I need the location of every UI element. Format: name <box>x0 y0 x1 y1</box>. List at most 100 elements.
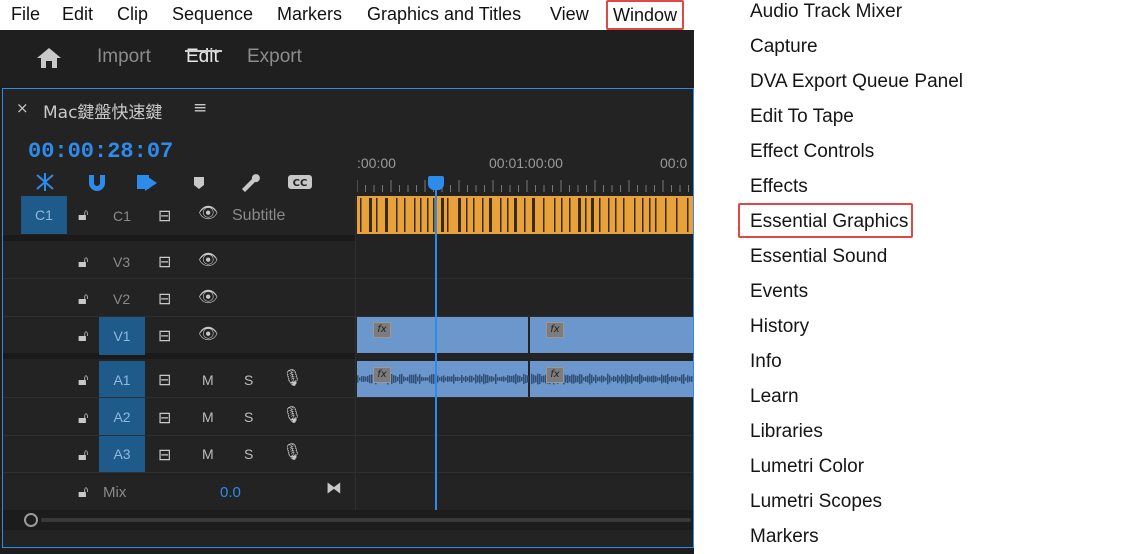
scroll-handle-icon[interactable] <box>24 513 38 527</box>
sequence-tab-name[interactable]: Mac鍵盤快速鍵 <box>43 98 162 123</box>
menu-item-history[interactable]: History <box>750 316 809 338</box>
wrench-settings-icon[interactable] <box>238 171 262 193</box>
track-target-a2[interactable]: A2 <box>99 398 145 436</box>
waveform-bar <box>565 375 567 383</box>
microphone-icon[interactable]: 🎙︎ <box>282 368 302 387</box>
solo-button[interactable]: S <box>244 372 253 388</box>
playhead-handle[interactable] <box>427 176 444 190</box>
waveform-bar <box>509 375 511 383</box>
eye-icon[interactable]: 👁︎ <box>198 324 218 343</box>
menu-item-effects[interactable]: Effects <box>750 176 808 198</box>
eye-icon[interactable]: 👁︎ <box>198 250 218 269</box>
waveform-bar <box>421 376 423 382</box>
menu-item-events[interactable]: Events <box>750 281 808 303</box>
time-ruler[interactable] <box>357 176 693 194</box>
menu-item-learn[interactable]: Learn <box>750 386 799 408</box>
add-marker-icon[interactable] <box>191 175 207 191</box>
solo-button[interactable]: S <box>244 409 253 425</box>
snap-magnet-icon[interactable] <box>86 171 108 193</box>
subtitle-clips[interactable] <box>357 196 693 234</box>
playhead-timecode[interactable]: 00:00:28:07 <box>28 139 173 164</box>
sync-lock-icon[interactable]: ⊟ <box>158 289 171 308</box>
mix-expand-icon[interactable]: ⧓ <box>326 478 342 497</box>
menu-item-audio-track-mixer[interactable]: Audio Track Mixer <box>750 1 902 23</box>
waveform-bar <box>681 374 683 384</box>
mix-volume-value[interactable]: 0.0 <box>220 484 241 501</box>
mute-button[interactable]: M <box>202 409 214 425</box>
audio-clip[interactable] <box>357 361 693 397</box>
waveform-bar <box>595 374 597 384</box>
linked-selection-icon[interactable] <box>135 171 159 193</box>
menu-item-effect-controls[interactable]: Effect Controls <box>750 141 874 163</box>
waveform-bar <box>525 374 527 384</box>
menu-item-libraries[interactable]: Libraries <box>750 421 823 443</box>
mute-button[interactable]: M <box>202 446 214 462</box>
waveform-bar <box>597 376 599 382</box>
mute-button[interactable]: M <box>202 372 214 388</box>
menu-item-dva-export-queue-panel[interactable]: DVA Export Queue Panel <box>750 71 963 93</box>
menu-item-capture[interactable]: Capture <box>750 36 818 58</box>
menu-item-essential-sound[interactable]: Essential Sound <box>750 246 887 268</box>
lock-icon[interactable]: 🔓︎ <box>78 408 88 428</box>
menu-clip[interactable]: Clip <box>117 4 148 25</box>
waveform-bar <box>663 375 665 383</box>
eye-icon[interactable]: 👁︎ <box>198 203 218 222</box>
lock-icon[interactable]: 🔓︎ <box>78 252 88 272</box>
subtitle-clip-edge <box>591 198 594 232</box>
waveform-bar <box>643 377 645 381</box>
waveform-bar <box>451 376 453 382</box>
waveform-bar <box>653 375 655 383</box>
lock-icon[interactable]: 🔓︎ <box>78 482 88 502</box>
track-target-a1[interactable]: A1 <box>99 361 145 399</box>
menu-file[interactable]: File <box>11 4 40 25</box>
menu-sequence[interactable]: Sequence <box>172 4 253 25</box>
menu-item-info[interactable]: Info <box>750 351 782 373</box>
waveform-bar <box>651 375 653 383</box>
lock-icon[interactable]: 🔓︎ <box>78 326 88 346</box>
menu-edit[interactable]: Edit <box>62 4 93 25</box>
tab-import[interactable]: Import <box>97 46 151 68</box>
panel-menu-icon[interactable]: ≡ <box>193 98 207 118</box>
horizontal-scrollbar[interactable] <box>3 510 693 530</box>
nest-sequence-icon[interactable] <box>33 171 57 193</box>
track-target-c1[interactable]: C1 <box>21 196 67 234</box>
lock-icon[interactable]: 🔓︎ <box>78 445 88 465</box>
microphone-icon[interactable]: 🎙︎ <box>282 405 302 424</box>
close-panel-icon[interactable]: × <box>16 99 29 117</box>
home-icon[interactable] <box>35 46 63 70</box>
menu-item-edit-to-tape[interactable]: Edit To Tape <box>750 106 854 128</box>
track-target-v1[interactable]: V1 <box>99 317 145 355</box>
sync-lock-icon[interactable]: ⊟ <box>158 408 171 427</box>
sync-lock-icon[interactable]: ⊟ <box>158 445 171 464</box>
tab-export[interactable]: Export <box>247 46 302 68</box>
lock-icon[interactable]: 🔓︎ <box>78 370 88 390</box>
microphone-icon[interactable]: 🎙︎ <box>282 442 302 461</box>
eye-icon[interactable]: 👁︎ <box>198 287 218 306</box>
lock-icon[interactable]: 🔓︎ <box>78 289 88 309</box>
waveform-bar <box>621 374 623 384</box>
subtitle-clip-edge <box>655 198 657 232</box>
menu-window[interactable]: Window <box>606 0 685 30</box>
sync-lock-icon[interactable]: ⊟ <box>158 206 171 225</box>
subtitle-clip-edge <box>634 198 636 232</box>
menu-graphics-and-titles[interactable]: Graphics and Titles <box>367 4 521 25</box>
menu-item-essential-graphics[interactable]: Essential Graphics <box>750 211 908 233</box>
menu-item-markers[interactable]: Markers <box>750 526 819 548</box>
track-target-a3[interactable]: A3 <box>99 435 145 473</box>
captions-icon[interactable]: CC <box>287 174 313 190</box>
menu-item-lumetri-color[interactable]: Lumetri Color <box>750 456 864 478</box>
window-menu-dropdown: Audio Track Mixer Capture DVA Export Que… <box>694 0 1138 554</box>
sync-lock-icon[interactable]: ⊟ <box>158 252 171 271</box>
scroll-track[interactable] <box>41 518 691 522</box>
sync-lock-icon[interactable]: ⊟ <box>158 370 171 389</box>
lock-icon[interactable]: 🔓︎ <box>78 205 88 225</box>
menu-markers[interactable]: Markers <box>277 4 342 25</box>
sync-lock-icon[interactable]: ⊟ <box>158 326 171 345</box>
menu-view[interactable]: View <box>550 4 589 25</box>
menu-item-lumetri-scopes[interactable]: Lumetri Scopes <box>750 491 882 513</box>
waveform-bar <box>641 375 643 383</box>
solo-button[interactable]: S <box>244 446 253 462</box>
waveform-bar <box>511 375 513 383</box>
waveform-bar <box>667 373 669 385</box>
waveform-bar <box>365 376 367 382</box>
